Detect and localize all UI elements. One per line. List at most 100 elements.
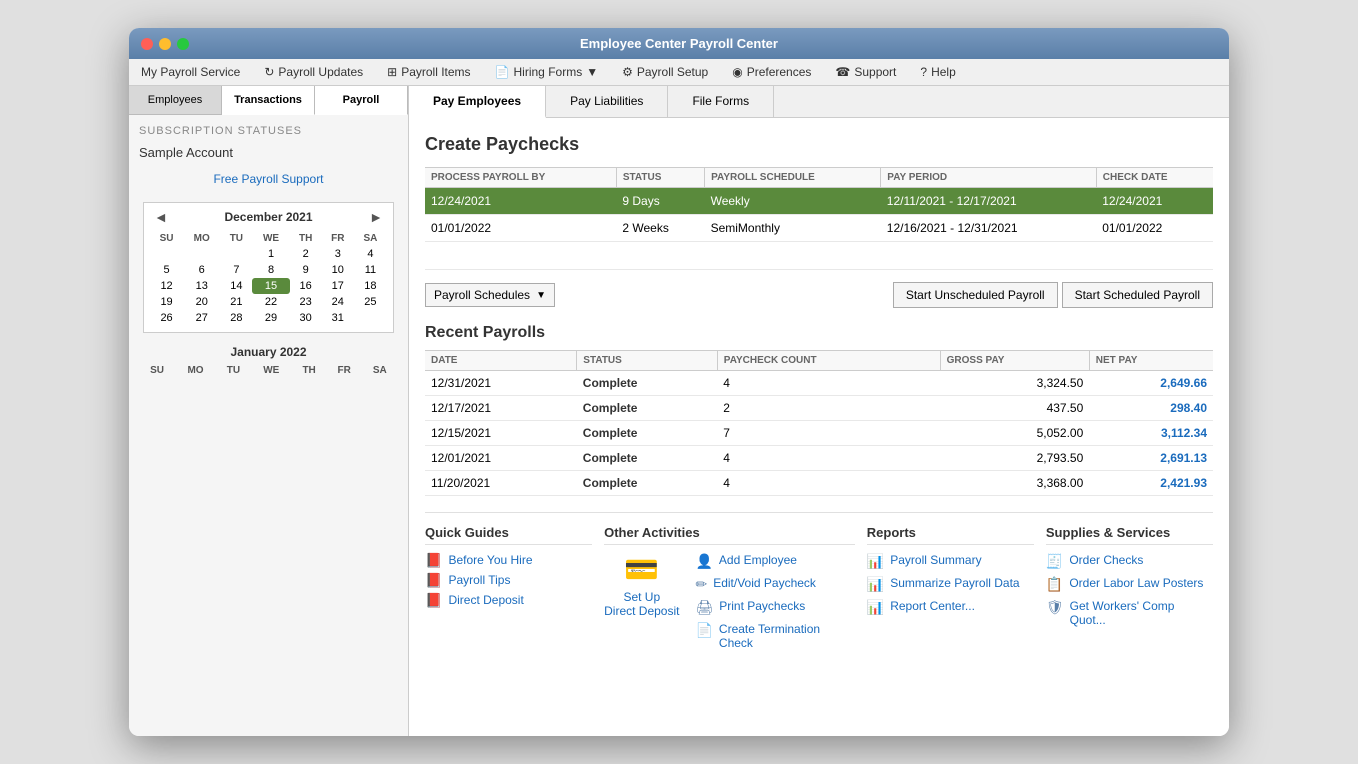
recent-payrolls-table: DATE STATUS PAYCHECK COUNT GROSS PAY NET… (425, 350, 1213, 496)
cal-cell[interactable]: 16 (290, 278, 322, 294)
tab-pay-employees[interactable]: Pay Employees (409, 86, 546, 118)
window-title: Employee Center Payroll Center (580, 36, 778, 51)
quick-guide-item[interactable]: 📕 Payroll Tips (425, 573, 592, 587)
cal-cell[interactable]: 7 (220, 262, 252, 278)
tab-file-forms[interactable]: File Forms (668, 86, 774, 117)
payroll-controls: Payroll Schedules ▼ Start Unscheduled Pa… (425, 282, 1213, 308)
set-up-direct-deposit[interactable]: 💳 Set Up Direct Deposit (604, 553, 679, 656)
cal-cell[interactable]: 31 (322, 310, 354, 326)
cal-cell[interactable] (183, 246, 220, 262)
cal-cell[interactable] (220, 246, 252, 262)
cal-cell[interactable]: 20 (183, 294, 220, 310)
menu-hiring-forms[interactable]: 📄 Hiring Forms ▼ (491, 63, 603, 81)
cal-today-cell[interactable]: 15 (252, 278, 289, 294)
tab-pay-liabilities[interactable]: Pay Liabilities (546, 86, 668, 117)
cal-cell[interactable]: 27 (183, 310, 220, 326)
cal-cell[interactable]: 30 (290, 310, 322, 326)
pdf-icon: 📕 (425, 593, 442, 607)
cal-cell[interactable]: 11 (354, 262, 387, 278)
cal-cell[interactable]: 19 (150, 294, 183, 310)
menu-payroll-updates[interactable]: ↻ Payroll Updates (260, 63, 367, 81)
pdf-icon: 📕 (425, 553, 442, 567)
cal-cell[interactable]: 4 (354, 246, 387, 262)
edit-icon: ✏ (695, 576, 707, 593)
cal-cell[interactable]: 22 (252, 294, 289, 310)
table-row[interactable]: 12/17/2021 Complete 2 437.50 298.40 (425, 396, 1213, 421)
menu-help[interactable]: ? Help (916, 63, 959, 81)
cal-prev-button[interactable]: ◄ (150, 209, 172, 225)
start-unscheduled-button[interactable]: Start Unscheduled Payroll (893, 282, 1058, 308)
cell-date: 11/20/2021 (425, 471, 577, 496)
cell-check-date: 01/01/2022 (1096, 215, 1213, 242)
table-row[interactable]: 01/01/2022 2 Weeks SemiMonthly 12/16/202… (425, 215, 1213, 242)
payroll-schedules-dropdown[interactable]: Payroll Schedules ▼ (425, 283, 555, 307)
cal-cell[interactable]: 25 (354, 294, 387, 310)
report-item[interactable]: 📊 Report Center... (867, 599, 1034, 616)
menubar: My Payroll Service ↻ Payroll Updates ⊞ P… (129, 59, 1229, 86)
cell-count: 4 (717, 446, 940, 471)
create-termination-item[interactable]: 📄 Create Termination Check (695, 622, 854, 650)
menu-support[interactable]: ☎ Support (831, 63, 900, 81)
supply-label: Get Workers' Comp Quot... (1070, 599, 1213, 627)
cal-cell[interactable]: 1 (252, 246, 289, 262)
cal-cell[interactable]: 21 (220, 294, 252, 310)
supply-item[interactable]: 📋 Order Labor Law Posters (1046, 576, 1213, 593)
quick-guide-item[interactable]: 📕 Before You Hire (425, 553, 592, 567)
edit-void-paycheck-item[interactable]: ✏ Edit/Void Paycheck (695, 576, 854, 593)
cal-cell[interactable]: 3 (322, 246, 354, 262)
cal-cell[interactable]: 12 (150, 278, 183, 294)
payroll-action-buttons: Start Unscheduled Payroll Start Schedule… (893, 282, 1213, 308)
cal-cell[interactable]: 29 (252, 310, 289, 326)
maximize-button[interactable] (177, 38, 189, 50)
cal-cell[interactable] (354, 310, 387, 326)
table-row[interactable]: 12/31/2021 Complete 4 3,324.50 2,649.66 (425, 371, 1213, 396)
set-up-label2: Direct Deposit (604, 604, 679, 618)
free-support-link[interactable]: Free Payroll Support (139, 172, 398, 186)
table-row[interactable]: 12/01/2021 Complete 4 2,793.50 2,691.13 (425, 446, 1213, 471)
supply-item[interactable]: 🧾 Order Checks (1046, 553, 1213, 570)
cal-cell[interactable]: 18 (354, 278, 387, 294)
quick-guide-label: Payroll Tips (448, 573, 510, 587)
quick-guide-item[interactable]: 📕 Direct Deposit (425, 593, 592, 607)
cal-day: TH (292, 363, 327, 378)
cal-cell[interactable]: 5 (150, 262, 183, 278)
cal-cell[interactable]: 10 (322, 262, 354, 278)
cal-cell[interactable]: 26 (150, 310, 183, 326)
account-name: Sample Account (139, 145, 398, 160)
cal-cell[interactable]: 8 (252, 262, 289, 278)
cal-cell[interactable]: 24 (322, 294, 354, 310)
table-row[interactable]: 11/20/2021 Complete 4 3,368.00 2,421.93 (425, 471, 1213, 496)
cal-next-button[interactable]: ► (365, 209, 387, 225)
start-scheduled-button[interactable]: Start Scheduled Payroll (1062, 282, 1213, 308)
cal-day: SA (362, 363, 398, 378)
col-status: STATUS (616, 168, 704, 188)
cal-cell[interactable]: 13 (183, 278, 220, 294)
cal-cell[interactable]: 23 (290, 294, 322, 310)
cal-cell[interactable]: 6 (183, 262, 220, 278)
cal-cell[interactable]: 28 (220, 310, 252, 326)
table-row-empty (425, 242, 1213, 270)
menu-payroll-setup[interactable]: ⚙ Payroll Setup (618, 63, 712, 81)
table-row[interactable]: 12/24/2021 9 Days Weekly 12/11/2021 - 12… (425, 188, 1213, 215)
tab-employees[interactable]: Employees (129, 86, 222, 115)
cal-cell[interactable] (150, 246, 183, 262)
print-icon: 🖨 (695, 599, 713, 616)
print-paychecks-item[interactable]: 🖨 Print Paychecks (695, 599, 854, 616)
cal-day-we: WE (252, 231, 289, 246)
col-paycheck-count: PAYCHECK COUNT (717, 351, 940, 371)
menu-preferences[interactable]: ◉ Preferences (728, 63, 815, 81)
report-item[interactable]: 📊 Summarize Payroll Data (867, 576, 1034, 593)
tab-payroll[interactable]: Payroll (315, 86, 408, 115)
tab-transactions[interactable]: Transactions (222, 86, 315, 115)
minimize-button[interactable] (159, 38, 171, 50)
cal-cell[interactable]: 2 (290, 246, 322, 262)
add-employee-item[interactable]: 👤 Add Employee (695, 553, 854, 570)
cal-cell[interactable]: 14 (220, 278, 252, 294)
menu-payroll-items[interactable]: ⊞ Payroll Items (383, 63, 474, 81)
cal-cell[interactable]: 9 (290, 262, 322, 278)
close-button[interactable] (141, 38, 153, 50)
supply-item[interactable]: 🛡 Get Workers' Comp Quot... (1046, 599, 1213, 627)
table-row[interactable]: 12/15/2021 Complete 7 5,052.00 3,112.34 (425, 421, 1213, 446)
cal-cell[interactable]: 17 (322, 278, 354, 294)
report-item[interactable]: 📊 Payroll Summary (867, 553, 1034, 570)
